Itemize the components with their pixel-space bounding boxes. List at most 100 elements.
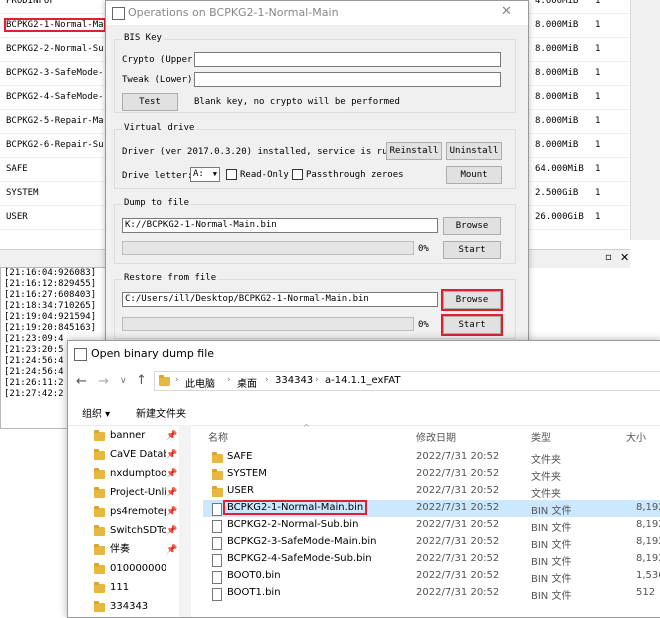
nav-item[interactable]: nxdumptool 📌 <box>92 465 178 483</box>
crypto-input[interactable] <box>194 52 501 67</box>
nav-item[interactable]: 0100000000 <box>92 560 178 578</box>
partition-name: USER <box>6 212 28 222</box>
crypto-label: Crypto (Upper) <box>122 55 198 65</box>
pin-icon: 📌 <box>166 545 178 555</box>
back-arrow-icon[interactable]: ← <box>76 374 87 389</box>
organize-button[interactable]: 组织 ▾ <box>82 405 110 420</box>
nav-item-label: ps4remotep <box>110 506 166 517</box>
file-type: BIN 文件 <box>531 591 572 602</box>
float-icon[interactable]: ▫ <box>605 252 612 263</box>
folder-icon <box>94 468 105 479</box>
passthrough-checkbox[interactable] <box>292 169 303 180</box>
new-folder-button[interactable]: 新建文件夹 <box>136 405 186 420</box>
nav-item[interactable]: Project-Unli 📌 <box>92 484 178 502</box>
folder-icon <box>94 544 105 555</box>
partition-size: 4.000MiB <box>535 0 579 6</box>
dump-path-input[interactable]: K://BCPKG2-1-Normal-Main.bin <box>122 218 438 233</box>
reinstall-button[interactable]: Reinstall <box>386 142 442 160</box>
breadcrumb-item[interactable]: 桌面 <box>237 375 257 390</box>
dump-start-button[interactable]: Start <box>443 241 501 259</box>
file-row[interactable]: BCPKG2-3-SafeMode-Main.bin 2022/7/31 20:5… <box>203 534 660 551</box>
nav-item[interactable]: CaVE Datab 📌 <box>92 446 178 464</box>
partition-table-scrollbar[interactable] <box>630 0 660 240</box>
file-row[interactable]: SYSTEM 2022/7/31 20:52 文件夹 <box>203 466 660 483</box>
log-line: [21:16:04:926083] <box>4 268 97 278</box>
file-modified: 2022/7/31 20:52 <box>416 451 500 462</box>
folder-icon <box>94 582 105 593</box>
nav-item-label: banner <box>110 430 146 441</box>
file-modified: 2022/7/31 20:52 <box>416 553 500 564</box>
file-icon <box>212 537 222 550</box>
pin-icon: 📌 <box>166 431 178 441</box>
log-line: [21:19:04:921594] <box>4 312 97 322</box>
file-modified: 2022/7/31 20:52 <box>416 485 500 496</box>
file-type: BIN 文件 <box>531 540 572 551</box>
operations-title: Operations on BCPKG2-1-Normal-Main <box>128 6 339 19</box>
partition-count: 1 <box>595 0 601 6</box>
partition-count: 1 <box>595 20 601 30</box>
file-name: BCPKG2-4-SafeMode-Sub.bin <box>227 553 372 564</box>
file-row[interactable]: BCPKG2-4-SafeMode-Sub.bin 2022/7/31 20:52… <box>203 551 660 568</box>
file-icon <box>212 520 222 533</box>
file-name: BOOT1.bin <box>227 587 281 598</box>
folder-icon <box>94 449 105 460</box>
nav-item[interactable]: banner 📌 <box>92 427 178 445</box>
sort-up-icon: ^ <box>303 423 310 432</box>
file-row[interactable]: SAFE 2022/7/31 20:52 文件夹 <box>203 449 660 466</box>
file-size: 8,192 <box>636 502 660 513</box>
folder-icon <box>94 506 105 517</box>
partition-count: 1 <box>595 68 601 78</box>
pin-icon: 📌 <box>166 450 178 460</box>
nav-item-label: nxdumptool <box>110 468 166 479</box>
folder-icon <box>94 487 105 498</box>
file-name: BCPKG2-3-SafeMode-Main.bin <box>227 536 377 547</box>
nav-item[interactable]: SwitchSDToc📌 <box>92 522 178 540</box>
dump-browse-button[interactable]: Browse <box>443 217 501 235</box>
file-row[interactable]: BOOT1.bin 2022/7/31 20:52 BIN 文件 512 <box>203 585 660 602</box>
uninstall-button[interactable]: Uninstall <box>446 142 502 160</box>
nav-item-label: SwitchSDToc <box>110 525 166 536</box>
column-header-type[interactable]: 类型 <box>531 429 551 444</box>
partition-size: 26.000GiB <box>535 212 584 222</box>
file-row[interactable]: USER 2022/7/31 20:52 文件夹 <box>203 483 660 500</box>
file-size: 512 <box>636 587 656 598</box>
file-row[interactable]: BCPKG2-1-Normal-Main.bin 2022/7/31 20:52 B… <box>203 500 660 517</box>
breadcrumb-item[interactable]: 334343 <box>275 375 313 386</box>
file-row[interactable]: BOOT0.bin 2022/7/31 20:52 BIN 文件 1,536 <box>203 568 660 585</box>
app-icon <box>74 348 87 361</box>
restore-start-button[interactable]: Start <box>441 314 503 336</box>
partition-name: BCPKG2-4-SafeMode- <box>6 92 104 102</box>
navigation-pane-scrollbar[interactable] <box>179 425 191 617</box>
column-header-name[interactable]: 名称 <box>208 429 228 444</box>
test-button[interactable]: Test <box>122 93 178 111</box>
file-row[interactable]: BCPKG2-2-Normal-Sub.bin 2022/7/31 20:52 BI… <box>203 517 660 534</box>
nav-item[interactable]: 111 <box>92 579 178 597</box>
tweak-input[interactable] <box>194 72 501 87</box>
restore-path-input[interactable]: C:/Users/ill/Desktop/BCPKG2-1-Normal-Mai… <box>122 292 438 307</box>
readonly-checkbox[interactable] <box>226 169 237 180</box>
forward-arrow-icon[interactable]: → <box>98 374 109 389</box>
close-icon[interactable]: ✕ <box>620 251 629 264</box>
nav-item[interactable]: 伴奏 📌 <box>92 541 178 559</box>
partition-size: 8.000MiB <box>535 92 579 102</box>
app-icon <box>112 7 125 20</box>
column-header-size[interactable]: 大小 <box>626 429 646 444</box>
pin-icon: 📌 <box>166 469 178 479</box>
partition-count: 1 <box>595 44 601 54</box>
file-size: 8,192 <box>636 553 660 564</box>
nav-item[interactable]: ps4remotep 📌 <box>92 503 178 521</box>
drive-letter-select[interactable]: A: ▼ <box>190 167 220 182</box>
nav-item[interactable]: 334343 <box>92 598 178 616</box>
close-icon[interactable]: ✕ <box>501 4 512 19</box>
file-name: USER <box>227 485 254 496</box>
recent-chevron-icon[interactable]: ∨ <box>120 376 127 386</box>
address-bar[interactable]: › 此电脑 › 桌面 › 334343 › a-14.1.1_exFAT <box>154 371 660 391</box>
chevron-right-icon: › <box>315 375 319 385</box>
nav-item-label: 111 <box>110 582 130 593</box>
up-arrow-icon[interactable]: ↑ <box>136 373 147 388</box>
mount-button[interactable]: Mount <box>446 166 502 184</box>
restore-browse-button[interactable]: Browse <box>441 289 503 311</box>
column-header-modified[interactable]: 修改日期 <box>416 429 456 444</box>
breadcrumb-item[interactable]: a-14.1.1_exFAT <box>325 375 400 386</box>
breadcrumb-item[interactable]: 此电脑 <box>185 375 215 390</box>
